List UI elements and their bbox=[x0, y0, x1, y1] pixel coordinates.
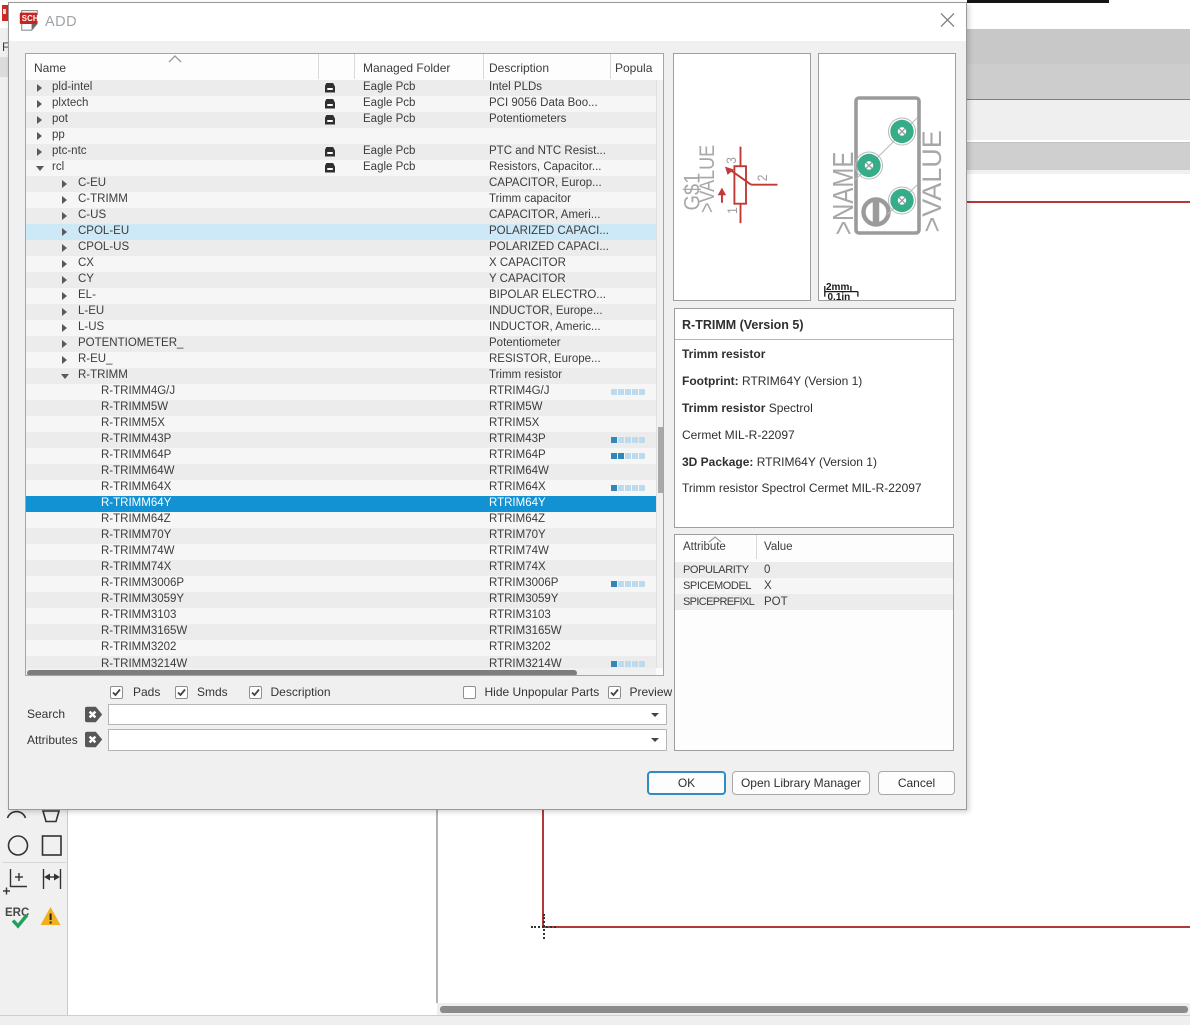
svg-text:>VALUE: >VALUE bbox=[696, 145, 720, 213]
svg-text:>VALUE: >VALUE bbox=[917, 130, 947, 232]
svg-text:0.1in: 0.1in bbox=[828, 292, 851, 300]
svg-text:2: 2 bbox=[754, 175, 770, 182]
svg-text:3: 3 bbox=[723, 157, 739, 164]
svg-text:1: 1 bbox=[724, 207, 740, 214]
svg-text:SCH: SCH bbox=[22, 14, 39, 23]
